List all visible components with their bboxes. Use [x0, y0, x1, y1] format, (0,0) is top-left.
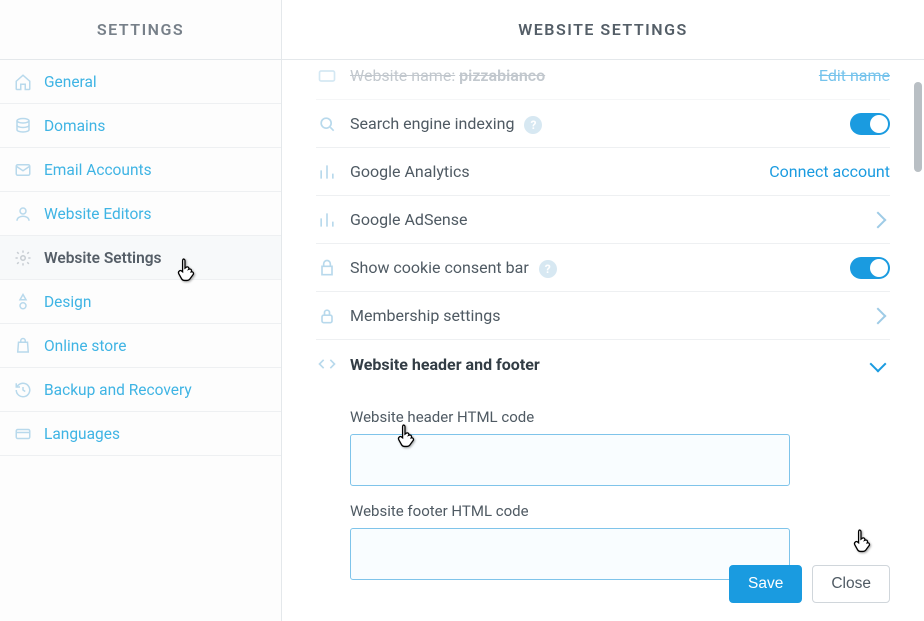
chevron-right-icon: [870, 211, 887, 228]
footer-code-input[interactable]: [350, 528, 790, 580]
sidebar: SETTINGS General Domains Email Accounts …: [0, 0, 282, 621]
gear-icon: [14, 249, 32, 267]
sidebar-item-backup-recovery[interactable]: Backup and Recovery: [0, 368, 281, 412]
cookie-icon: [316, 257, 338, 279]
bottom-bar: Save Close: [729, 565, 890, 603]
sidebar-item-design[interactable]: Design: [0, 280, 281, 324]
search-icon: [316, 113, 338, 135]
google-analytics-label: Google Analytics: [350, 162, 757, 181]
sidebar-item-label: Design: [44, 293, 91, 311]
history-icon: [14, 381, 32, 399]
sidebar-item-email-accounts[interactable]: Email Accounts: [0, 148, 281, 192]
sidebar-item-website-editors[interactable]: Website Editors: [0, 192, 281, 236]
mail-icon: [14, 161, 32, 179]
scrollbar[interactable]: [914, 60, 922, 190]
settings-scroll[interactable]: Website name: pizzabianco Edit name Sear…: [282, 60, 924, 621]
google-adsense-label: Google AdSense: [350, 210, 860, 229]
sidebar-item-online-store[interactable]: Online store: [0, 324, 281, 368]
home-icon: [14, 73, 32, 91]
help-icon[interactable]: ?: [539, 260, 557, 278]
sidebar-item-label: Online store: [44, 337, 126, 355]
close-button[interactable]: Close: [812, 565, 890, 603]
chevron-down-icon: [870, 356, 887, 373]
search-indexing-toggle[interactable]: [850, 113, 890, 135]
save-button[interactable]: Save: [729, 565, 802, 603]
connect-account-link[interactable]: Connect account: [769, 162, 890, 181]
sidebar-item-label: Domains: [44, 117, 105, 135]
analytics-icon: [316, 161, 338, 183]
main-title: WEBSITE SETTINGS: [282, 0, 924, 60]
sidebar-item-label: General: [44, 73, 97, 91]
edit-name-link[interactable]: Edit name: [819, 66, 890, 85]
bag-icon: [14, 337, 32, 355]
header-code-input[interactable]: [350, 434, 790, 486]
header-code-label: Website header HTML code: [350, 408, 890, 426]
sidebar-item-label: Languages: [44, 425, 120, 443]
main-panel: WEBSITE SETTINGS Website name: pizzabian…: [282, 0, 924, 621]
row-cookie-bar: Show cookie consent bar ?: [316, 244, 890, 292]
footer-code-label: Website footer HTML code: [350, 502, 890, 520]
lock-icon: [316, 305, 338, 327]
row-search-indexing: Search engine indexing ?: [316, 100, 890, 148]
search-indexing-label: Search engine indexing ?: [350, 114, 838, 134]
sidebar-item-label: Email Accounts: [44, 161, 152, 179]
code-icon: [316, 353, 338, 375]
sidebar-item-label: Website Editors: [44, 205, 152, 223]
swatch-icon: [14, 293, 32, 311]
database-icon: [14, 117, 32, 135]
sidebar-item-domains[interactable]: Domains: [0, 104, 281, 148]
membership-label: Membership settings: [350, 306, 860, 325]
website-name-label: Website name: pizzabianco: [350, 66, 807, 85]
sidebar-item-label: Website Settings: [44, 249, 162, 267]
row-membership[interactable]: Membership settings: [316, 292, 890, 340]
cookie-bar-toggle[interactable]: [850, 257, 890, 279]
sidebar-title: SETTINGS: [0, 0, 281, 60]
adsense-icon: [316, 209, 338, 231]
chevron-right-icon: [870, 307, 887, 324]
row-google-analytics: Google Analytics Connect account: [316, 148, 890, 196]
cookie-bar-label: Show cookie consent bar ?: [350, 258, 838, 278]
sidebar-item-general[interactable]: General: [0, 60, 281, 104]
row-header-footer[interactable]: Website header and footer: [316, 340, 890, 388]
row-google-adsense[interactable]: Google AdSense: [316, 196, 890, 244]
sidebar-item-label: Backup and Recovery: [44, 381, 192, 399]
sidebar-item-website-settings[interactable]: Website Settings: [0, 236, 281, 280]
user-icon: [14, 205, 32, 223]
help-icon[interactable]: ?: [524, 116, 542, 134]
tag-icon: [316, 65, 338, 87]
sidebar-item-languages[interactable]: Languages: [0, 412, 281, 456]
row-website-name: Website name: pizzabianco Edit name: [316, 60, 890, 100]
header-footer-label: Website header and footer: [350, 355, 860, 374]
card-icon: [14, 425, 32, 443]
header-footer-body: Website header HTML code Website footer …: [316, 388, 890, 592]
